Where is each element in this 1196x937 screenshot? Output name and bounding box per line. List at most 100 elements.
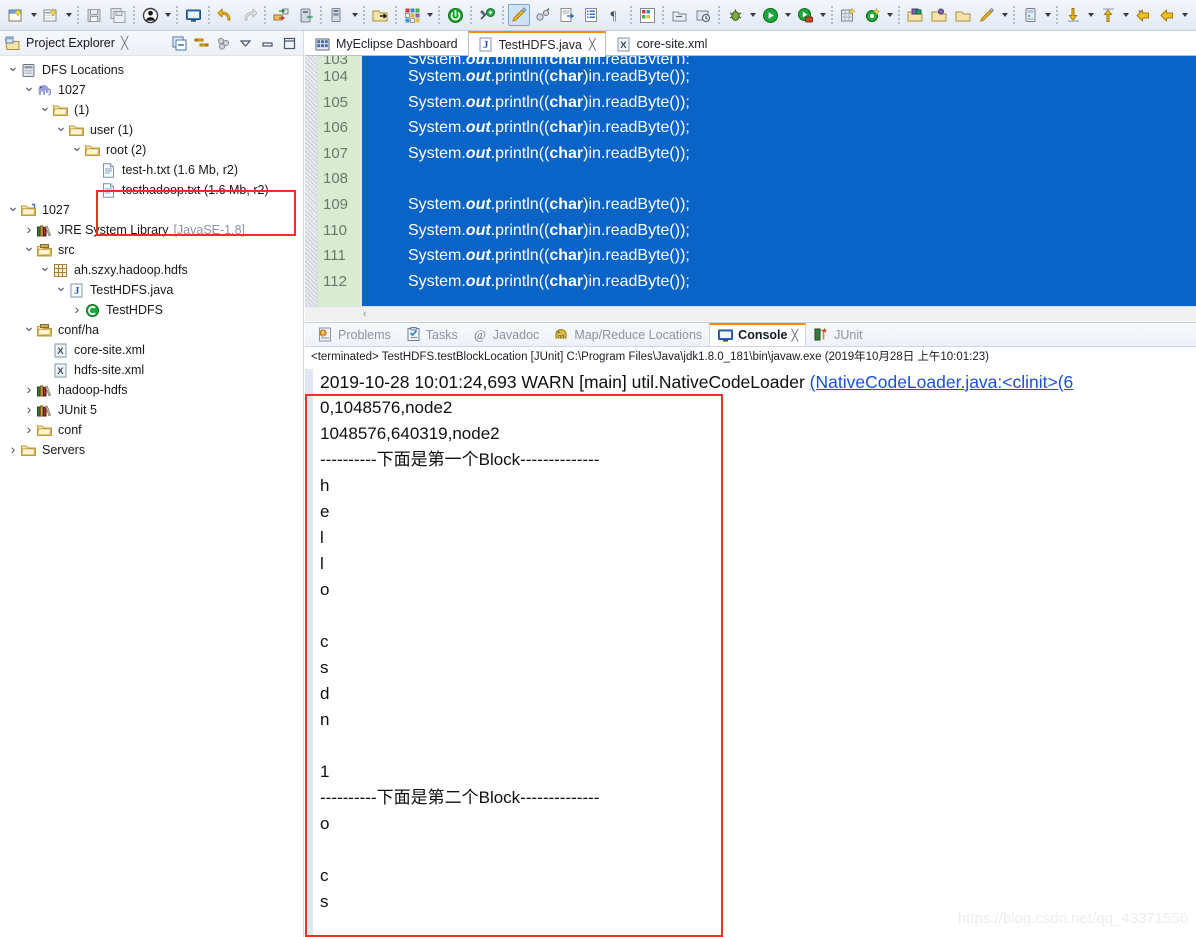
- tree-item[interactable]: Xhdfs-site.xml: [0, 360, 303, 380]
- new-java-project-icon[interactable]: [40, 4, 62, 26]
- palette-dropdown-arrow[interactable]: [424, 4, 435, 26]
- run-server-dropdown-arrow[interactable]: [817, 4, 828, 26]
- console-tab[interactable]: Console ╳: [709, 323, 807, 346]
- chevron-down-icon[interactable]: [38, 99, 52, 122]
- chevron-down-icon[interactable]: [54, 279, 68, 302]
- view-menu-icon[interactable]: [213, 33, 233, 53]
- open-type-icon[interactable]: [668, 4, 690, 26]
- grid-color-icon[interactable]: [636, 4, 658, 26]
- power-green-icon[interactable]: [444, 4, 466, 26]
- console-warn-link[interactable]: (NativeCodeLoader.java:<clinit>(6: [810, 372, 1074, 392]
- tree-item[interactable]: ah.szxy.hadoop.hdfs: [0, 260, 303, 280]
- back-icon[interactable]: [1132, 4, 1154, 26]
- new-wizard-dropdown-arrow[interactable]: [28, 4, 39, 26]
- code-line[interactable]: System.out.println((char)in.readByte());: [362, 90, 1196, 116]
- doc-arrow-icon[interactable]: [556, 4, 578, 26]
- tools-icon[interactable]: [532, 4, 554, 26]
- tree-item[interactable]: DFS Locations: [0, 60, 303, 80]
- open-folder-blue-icon[interactable]: [928, 4, 950, 26]
- tree-item[interactable]: JRE System Library [JavaSE-1.8]: [0, 220, 303, 240]
- new-target-icon[interactable]: [861, 4, 883, 26]
- previous-annotation-dropdown-arrow[interactable]: [1120, 4, 1131, 26]
- editor-tab[interactable]: MyEclipse Dashboard: [305, 31, 468, 56]
- editor-tab[interactable]: Xcore-site.xml: [606, 31, 718, 56]
- refresh-perspective-icon[interactable]: [476, 4, 498, 26]
- debug-bug-icon[interactable]: [724, 4, 746, 26]
- editor-tab[interactable]: J TestHDFS.java ╳: [467, 31, 606, 57]
- code-line[interactable]: System.out.println((char)in.readByte());: [362, 56, 1196, 64]
- search-history-icon[interactable]: [692, 4, 714, 26]
- tree-item[interactable]: hadoop-hdfs: [0, 380, 303, 400]
- console-tab[interactable]: Tasks: [398, 323, 465, 346]
- project-tree[interactable]: DFS Locations 1027 (1)user (1) root (2) test…: [0, 56, 303, 460]
- open-perspective-icon[interactable]: [904, 4, 926, 26]
- console-body[interactable]: 2019-10-28 10:01:24,693 WARN [main] util…: [305, 369, 1196, 937]
- open-resource-icon[interactable]: [952, 4, 974, 26]
- chevron-down-icon[interactable]: [38, 259, 52, 282]
- import-icon[interactable]: [270, 4, 292, 26]
- previous-annotation-icon[interactable]: [1097, 4, 1119, 26]
- console-tab[interactable]: JUnit: [806, 323, 869, 346]
- maximize-icon[interactable]: [279, 33, 299, 53]
- forward-back-icon[interactable]: [1156, 4, 1178, 26]
- console-tab[interactable]: @ Javadoc: [465, 323, 547, 346]
- open-folder-arrow-icon[interactable]: [369, 4, 391, 26]
- pilcrow-icon[interactable]: ¶: [604, 4, 626, 26]
- code-line[interactable]: System.out.println((char)in.readByte());: [362, 115, 1196, 141]
- monitor-icon[interactable]: [182, 4, 204, 26]
- source-code[interactable]: System.out.println((char)in.readByte());…: [362, 56, 1196, 321]
- chevron-down-icon[interactable]: [54, 119, 68, 142]
- color-palette-icon[interactable]: [401, 4, 423, 26]
- console-tab[interactable]: Map/Reduce Locations: [546, 323, 709, 346]
- tree-item[interactable]: test-h.txt (1.6 Mb, r2): [0, 160, 303, 180]
- code-line[interactable]: System.out.println((char)in.readByte());: [362, 141, 1196, 167]
- run-dropdown-arrow[interactable]: [782, 4, 793, 26]
- minimize-icon[interactable]: [257, 33, 277, 53]
- code-line[interactable]: System.out.println((char)in.readByte());: [362, 64, 1196, 90]
- close-icon[interactable]: ╳: [589, 38, 596, 51]
- tree-item[interactable]: src: [0, 240, 303, 260]
- deploy-dropdown-arrow[interactable]: [349, 4, 360, 26]
- link-with-editor-icon[interactable]: [191, 33, 211, 53]
- save-icon[interactable]: [83, 4, 105, 26]
- tree-item[interactable]: Servers: [0, 440, 303, 460]
- chevron-down-icon[interactable]: [22, 319, 36, 342]
- collapse-all-icon[interactable]: [169, 33, 189, 53]
- console-output[interactable]: 2019-10-28 10:01:24,693 WARN [main] util…: [313, 369, 1196, 937]
- tree-item[interactable]: 1027: [0, 200, 303, 220]
- run-server-icon[interactable]: [794, 4, 816, 26]
- new-java-project-dropdown-arrow[interactable]: [63, 4, 74, 26]
- code-line[interactable]: System.out.println((char)in.readByte());: [362, 218, 1196, 244]
- export-icon[interactable]: [294, 4, 316, 26]
- code-line[interactable]: [362, 166, 1196, 192]
- new-target-dropdown-arrow[interactable]: [884, 4, 895, 26]
- tree-item[interactable]: 1027: [0, 80, 303, 100]
- editor-horizontal-scrollbar[interactable]: ‹: [305, 306, 1196, 321]
- tree-item[interactable]: TestHDFS: [0, 300, 303, 320]
- undo-icon[interactable]: [214, 4, 236, 26]
- server-dropdown-arrow[interactable]: [1042, 4, 1053, 26]
- new-wizard-icon[interactable]: [5, 4, 27, 26]
- new-window-icon[interactable]: [837, 4, 859, 26]
- run-icon[interactable]: [759, 4, 781, 26]
- save-all-icon[interactable]: [107, 4, 129, 26]
- chevron-down-icon[interactable]: [6, 59, 20, 82]
- user-account-icon[interactable]: [139, 4, 161, 26]
- tree-item[interactable]: JUnit 5: [0, 400, 303, 420]
- scroll-left-icon[interactable]: ‹: [363, 308, 367, 320]
- next-annotation-icon[interactable]: [1062, 4, 1084, 26]
- debug-dropdown-arrow[interactable]: [747, 4, 758, 26]
- code-line[interactable]: System.out.println((char)in.readByte());: [362, 269, 1196, 295]
- code-line[interactable]: System.out.println((char)in.readByte());: [362, 192, 1196, 218]
- tree-item[interactable]: Xcore-site.xml: [0, 340, 303, 360]
- tree-item[interactable]: user (1): [0, 120, 303, 140]
- code-line[interactable]: System.out.println((char)in.readByte());: [362, 243, 1196, 269]
- console-tab[interactable]: Problems: [310, 323, 398, 346]
- next-annotation-dropdown-arrow[interactable]: [1085, 4, 1096, 26]
- filter-menu-icon[interactable]: [235, 33, 255, 53]
- pencil-dropdown-arrow[interactable]: [999, 4, 1010, 26]
- chevron-right-icon[interactable]: [70, 299, 84, 322]
- tree-item[interactable]: J TestHDFS.java: [0, 280, 303, 300]
- tree-item[interactable]: root (2): [0, 140, 303, 160]
- chevron-down-icon[interactable]: [22, 239, 36, 262]
